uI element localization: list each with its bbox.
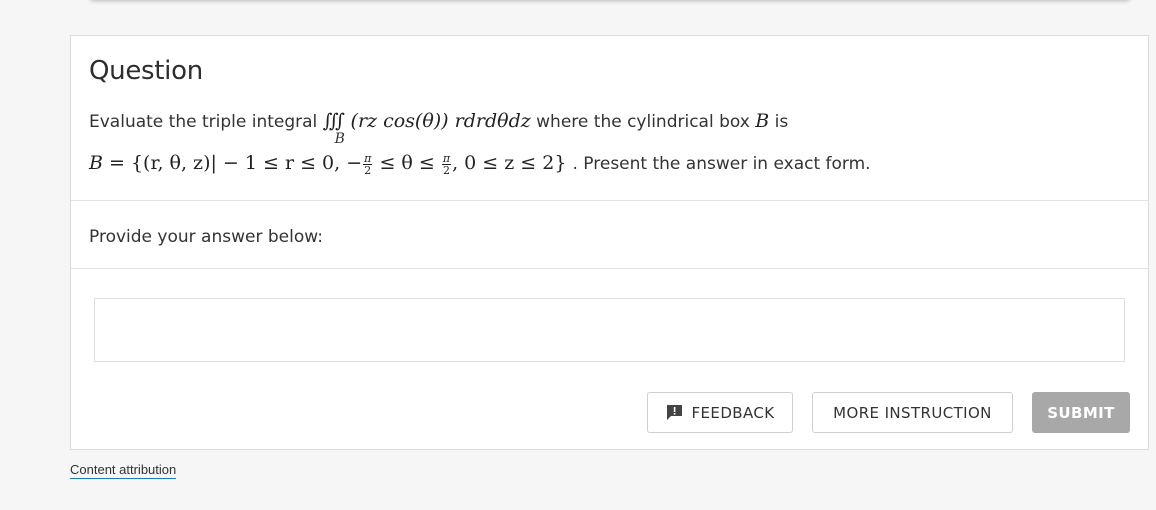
frac-num: π — [363, 151, 373, 165]
question-line2-suffix: . Present the answer in exact form. — [572, 154, 871, 174]
feedback-button[interactable]: FEEDBACK — [647, 392, 793, 433]
content-attribution-link[interactable]: Content attribution — [70, 462, 177, 479]
frac-den-2: 2 — [442, 163, 450, 177]
frac-num-2: π — [441, 151, 452, 165]
pi-over-two-fraction: π2 — [441, 151, 452, 177]
question-text-prefix: Evaluate the triple integral — [89, 112, 318, 132]
set-tail: , 0 ≤ z ≤ 2} — [452, 152, 567, 174]
more-instruction-label: MORE INSTRUCTION — [833, 403, 992, 422]
frac-den: 2 — [364, 163, 372, 177]
box-symbol: B — [755, 110, 769, 132]
question-text-middle: where the cylindrical box — [536, 112, 750, 132]
answer-input[interactable] — [94, 298, 1125, 362]
integral-symbol: ∭ — [322, 110, 346, 132]
triple-integral: ∭ B — [322, 110, 346, 147]
answer-prompt: Provide your answer below: — [89, 227, 323, 247]
question-section: Question Evaluate the triple integral ∭ … — [71, 36, 1148, 201]
chat-alert-icon — [666, 405, 682, 420]
integrand: (rz cos(θ)) rdrdθdz — [351, 110, 531, 132]
set-open: {(r, θ, z)| − 1 ≤ r ≤ 0, − — [130, 152, 363, 174]
question-text-line1: Evaluate the triple integral ∭ B (rz cos… — [89, 110, 789, 147]
answer-prompt-section: Provide your answer below: — [71, 200, 1148, 269]
submit-button-label: SUBMIT — [1047, 403, 1115, 422]
submit-button[interactable]: SUBMIT — [1032, 392, 1130, 433]
question-text-line2: B = {(r, θ, z)| − 1 ≤ r ≤ 0, − π 2 ≤ θ ≤ π… — [89, 152, 871, 176]
integral-subscript: B — [334, 131, 345, 147]
set-lhs: B = — [89, 152, 125, 174]
set-mid: ≤ θ ≤ — [379, 152, 435, 174]
question-card: Question Evaluate the triple integral ∭ … — [70, 35, 1149, 450]
integrand-text: (rz cos(θ)) rdrdθdz — [350, 110, 531, 132]
pi-over-two-fraction-neg: π2 — [363, 151, 373, 177]
question-text-suffix: is — [774, 112, 789, 132]
set-definition: B = {(r, θ, z)| − 1 ≤ r ≤ 0, − π 2 ≤ θ ≤ π… — [89, 151, 572, 177]
box-symbol-text: B — [755, 110, 770, 132]
question-title: Question — [89, 56, 203, 86]
feedback-button-label: FEEDBACK — [691, 403, 775, 422]
more-instruction-button[interactable]: MORE INSTRUCTION — [812, 392, 1013, 433]
